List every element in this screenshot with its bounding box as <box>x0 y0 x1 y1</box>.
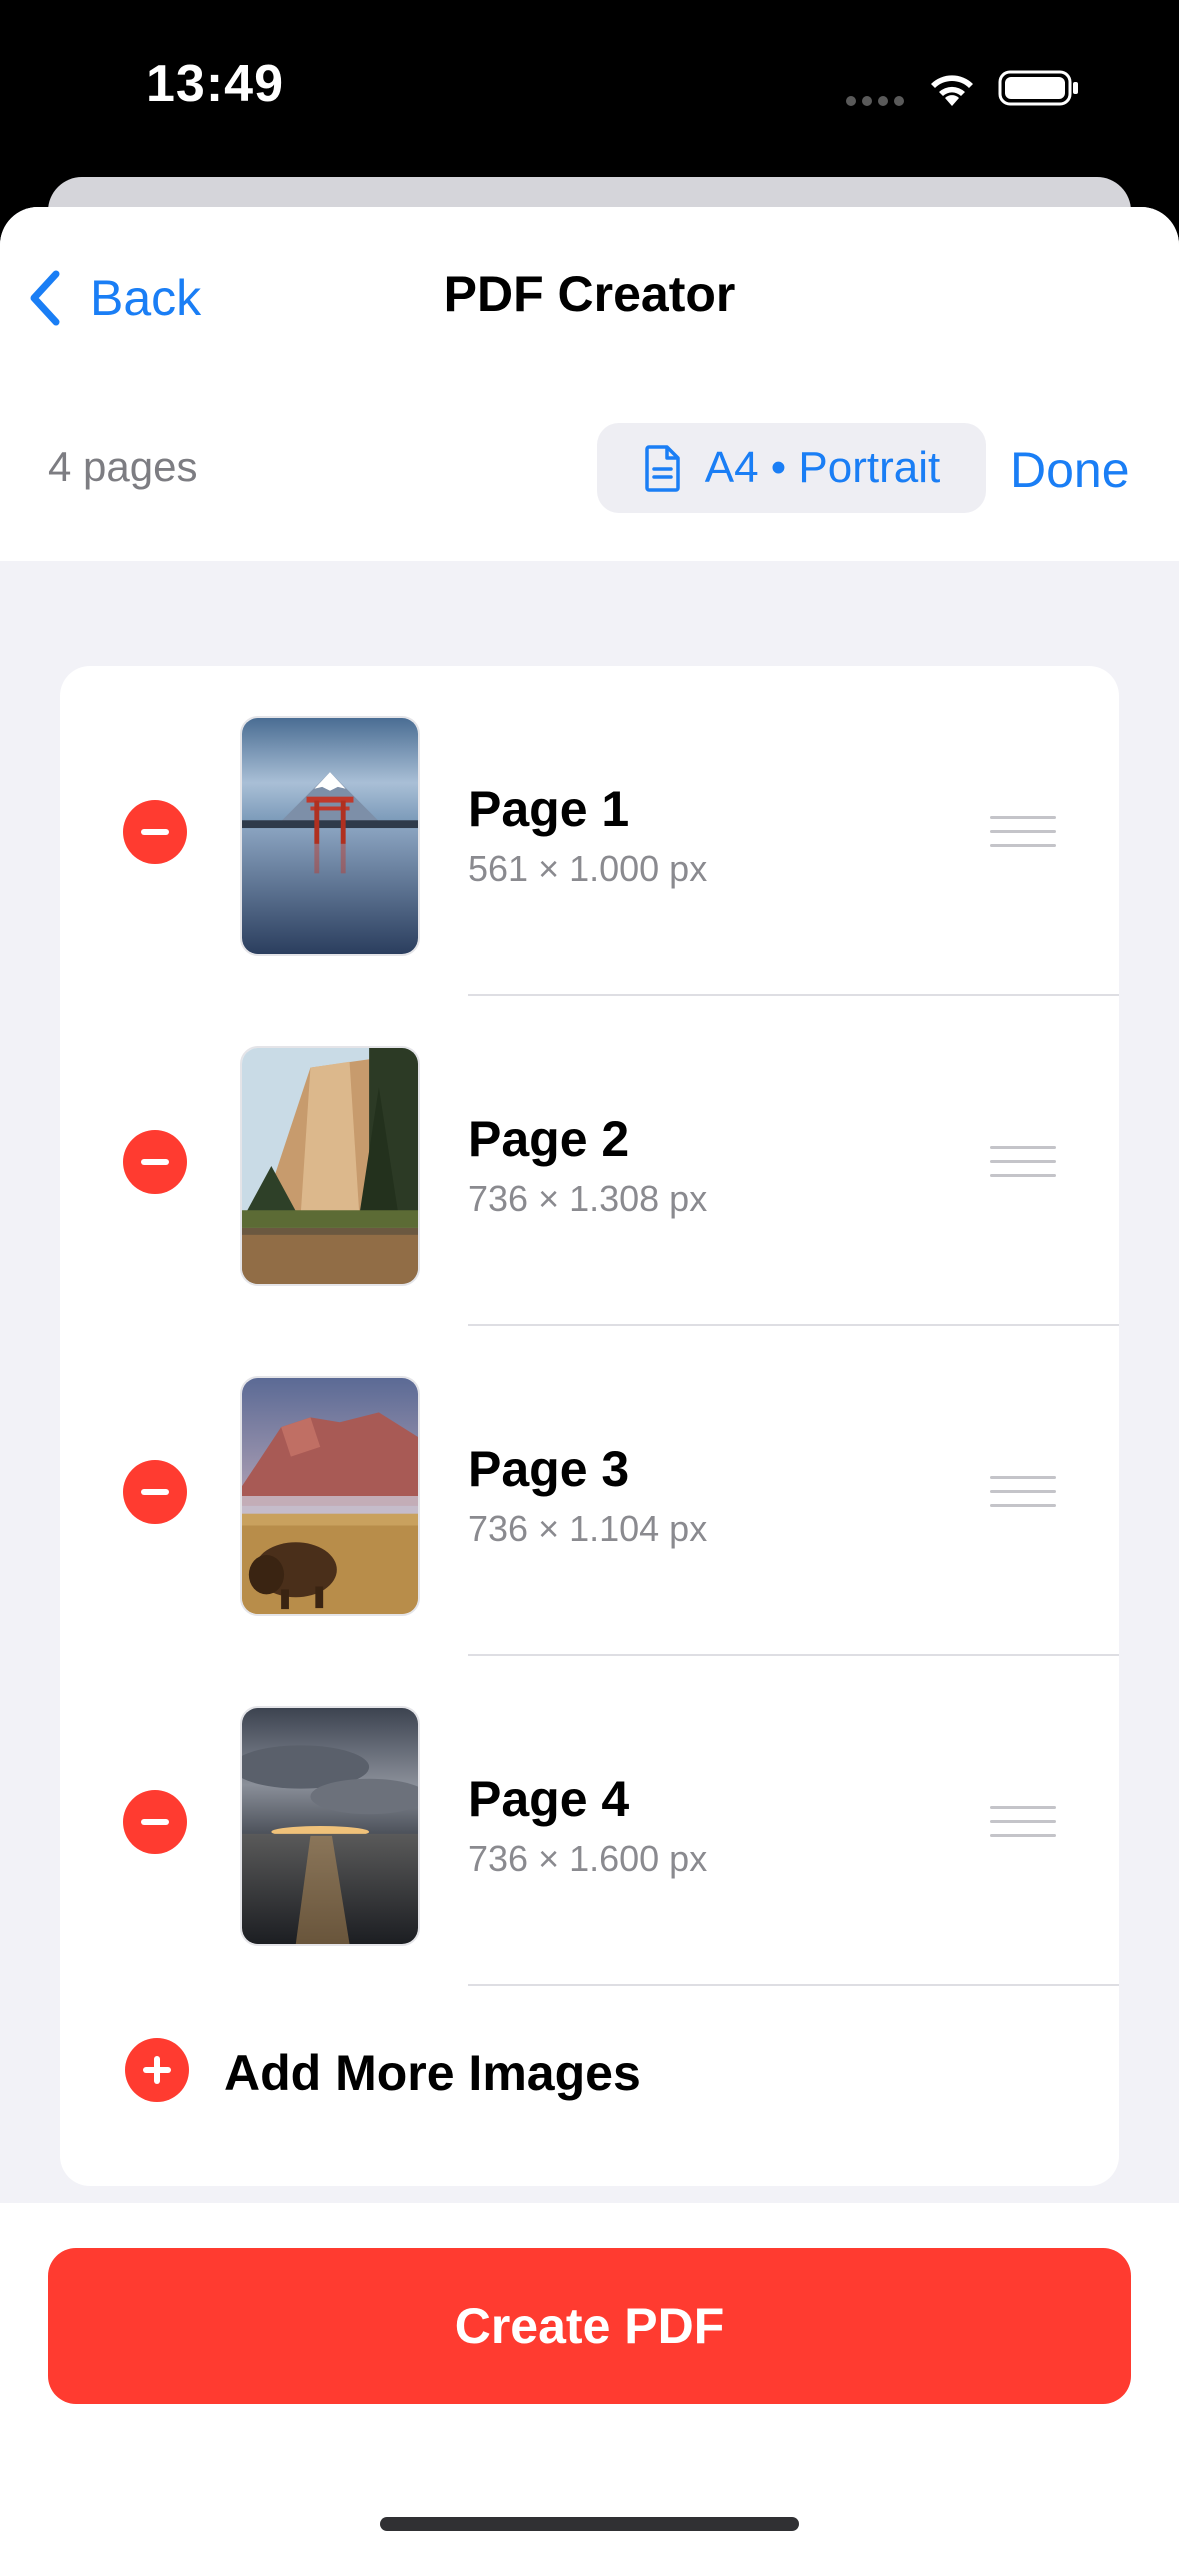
minus-icon <box>141 1159 169 1165</box>
minus-icon <box>141 1819 169 1825</box>
home-indicator[interactable] <box>380 2517 799 2531</box>
page-title-label: Page 3 <box>468 1441 630 1497</box>
remove-page-button[interactable] <box>123 1790 187 1854</box>
status-bar: 13:49 <box>0 0 1179 180</box>
bottom-bar: Create PDF <box>0 2203 1179 2556</box>
add-more-images-button[interactable]: Add More Images <box>60 1986 1119 2186</box>
minus-icon <box>141 1489 169 1495</box>
page-thumbnail-4 <box>240 1706 420 1946</box>
wifi-icon <box>926 68 978 108</box>
page-title-label: Page 2 <box>468 1111 630 1167</box>
remove-page-button[interactable] <box>123 800 187 864</box>
page-row-2[interactable]: Page 2 736 × 1.308 px <box>60 996 1119 1326</box>
pages-list: Page 1 561 × 1.000 px Page 2 736 × 1.308… <box>60 666 1119 2186</box>
page-count-label: 4 pages <box>48 443 198 490</box>
battery-icon <box>998 68 1080 108</box>
create-pdf-label: Create PDF <box>454 2298 725 2354</box>
page-row-4[interactable]: Page 4 736 × 1.600 px <box>60 1656 1119 1986</box>
page-title: PDF Creator <box>443 266 736 322</box>
drag-handle-icon[interactable] <box>990 1806 1056 1840</box>
pdf-creator-sheet: Back PDF Creator 4 pages A4 • Portrait D… <box>0 207 1179 2556</box>
page-thumbnail-3 <box>240 1376 420 1616</box>
create-pdf-button[interactable]: Create PDF <box>48 2248 1131 2404</box>
remove-page-button[interactable] <box>123 1460 187 1524</box>
navigation-bar: Back PDF Creator 4 pages A4 • Portrait D… <box>0 207 1179 561</box>
page-thumbnail-1 <box>240 716 420 956</box>
minus-icon <box>141 829 169 835</box>
drag-handle-icon[interactable] <box>990 1476 1056 1510</box>
signal-dots-icon <box>846 96 906 108</box>
page-size-label: 736 × 1.600 px <box>468 1838 708 1879</box>
page-thumbnail-2 <box>240 1046 420 1286</box>
page-format-button[interactable]: A4 • Portrait <box>597 423 986 513</box>
page-size-label: 561 × 1.000 px <box>468 848 708 889</box>
page-row-1[interactable]: Page 1 561 × 1.000 px <box>60 666 1119 996</box>
page-title-label: Page 4 <box>468 1771 630 1827</box>
page-size-label: 736 × 1.308 px <box>468 1178 708 1219</box>
page-format-label: A4 • Portrait <box>704 443 941 492</box>
add-more-images-label: Add More Images <box>224 2045 641 2101</box>
add-icon <box>125 2038 189 2102</box>
done-button[interactable]: Done <box>1010 441 1130 499</box>
page-row-3[interactable]: Page 3 736 × 1.104 px <box>60 1326 1119 1656</box>
page-title-label: Page 1 <box>468 781 630 837</box>
drag-handle-icon[interactable] <box>990 1146 1056 1180</box>
status-time: 13:49 <box>146 55 284 113</box>
document-icon <box>645 445 680 492</box>
remove-page-button[interactable] <box>123 1130 187 1194</box>
page-size-label: 736 × 1.104 px <box>468 1508 708 1549</box>
drag-handle-icon[interactable] <box>990 816 1056 850</box>
